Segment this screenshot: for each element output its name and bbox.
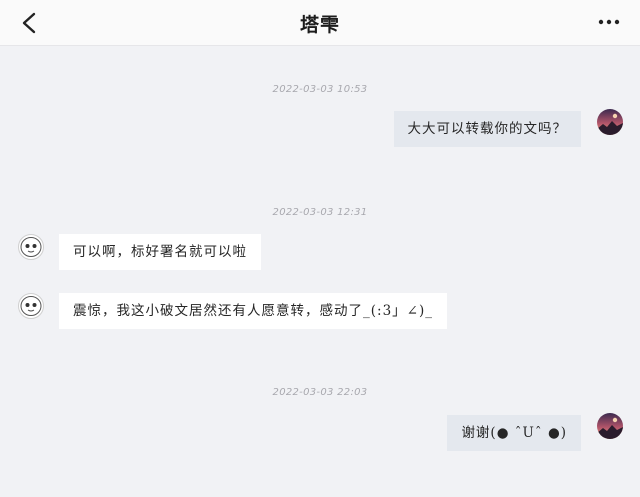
chat-title: 塔雫 [299, 14, 340, 36]
message-timestamp: 2022-03-03 12:31 [272, 207, 368, 218]
more-horizontal-icon [598, 19, 620, 25]
message-bubble-other[interactable]: 可以啊，标好署名就可以啦 [59, 234, 261, 270]
more-button[interactable] [596, 12, 622, 32]
message-timestamp: 2022-03-03 22:03 [272, 387, 368, 398]
other-avatar[interactable] [18, 293, 44, 319]
message-bubble-self[interactable]: 大大可以转载你的文吗？ [393, 111, 581, 147]
self-avatar[interactable] [597, 109, 623, 135]
message-bubble-other[interactable]: 震惊，我这小破文居然还有人愿意转，感动了_(:3」∠)_ [59, 293, 447, 329]
message-bubble-self[interactable]: 谢谢(● ˆUˆ ●) [447, 415, 581, 451]
chat-header: 塔雫 [0, 0, 640, 46]
other-avatar[interactable] [18, 234, 44, 260]
self-avatar[interactable] [597, 413, 623, 439]
message-timestamp: 2022-03-03 10:53 [272, 84, 368, 95]
